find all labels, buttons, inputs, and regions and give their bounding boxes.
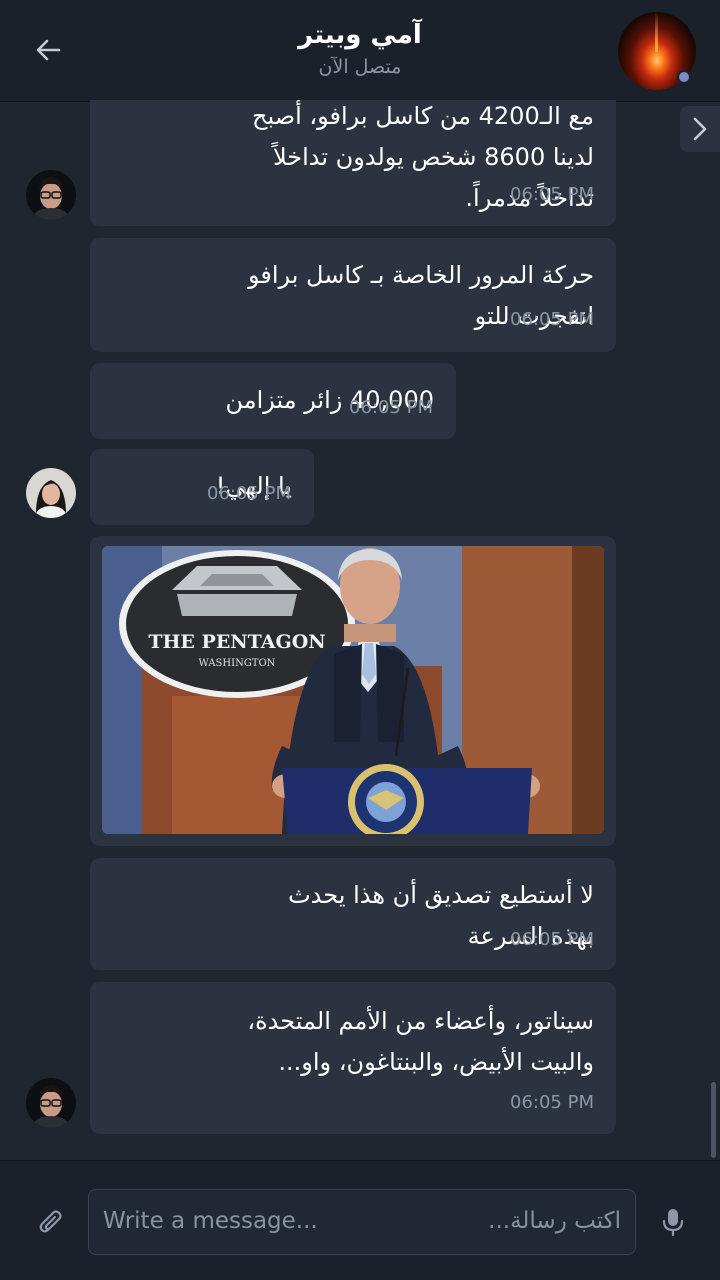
press-briefing-photo[interactable]: THE PENTAGON WASHINGTON <box>102 546 604 834</box>
message-line: حركة المرور الخاصة بـ كاسل برافو <box>247 261 594 289</box>
message-bubble[interactable]: لا أستطيع تصديق أن هذا يحدث بهذه السرعة … <box>90 858 616 970</box>
photo-message[interactable]: THE PENTAGON WASHINGTON <box>90 536 616 846</box>
arrow-left-icon <box>36 39 61 61</box>
chat-header: آمي وبيتر متصل الآن <box>0 0 720 102</box>
message-time: 06:05 PM <box>510 309 594 330</box>
back-button[interactable] <box>28 30 68 70</box>
online-indicator <box>677 70 691 84</box>
message-line: سيناتور، وأعضاء من الأمم المتحدة، <box>247 1007 594 1035</box>
paperclip-icon <box>39 1210 62 1233</box>
placeholder-arabic: اكتب رسالة... <box>488 1208 621 1234</box>
chat-title: آمي وبيتر <box>298 20 422 50</box>
message-time: 06:05 PM <box>207 483 291 504</box>
side-panel-toggle[interactable] <box>680 106 720 152</box>
message-text: سيناتور، وأعضاء من الأمم المتحدة، والبيت… <box>247 1001 594 1083</box>
avatar[interactable] <box>26 170 76 220</box>
message-input[interactable]: Write a message... اكتب رسالة... <box>88 1189 636 1255</box>
message-bubble[interactable]: مع الـ4200 من كاسل برافو، أصبح لدينا 860… <box>90 100 616 226</box>
message-time: 06:05 PM <box>349 397 433 418</box>
message-bubble[interactable]: حركة المرور الخاصة بـ كاسل برافو انفجرت … <box>90 238 616 352</box>
placeholder-english: Write a message... <box>103 1208 318 1234</box>
avatar[interactable] <box>26 1078 76 1128</box>
avatar[interactable] <box>26 468 76 518</box>
online-status: متصل الآن <box>318 56 402 78</box>
message-bubble[interactable]: 40,000 زائر متزامن 06:05 PM <box>90 363 456 439</box>
chat-title-block[interactable]: آمي وبيتر متصل الآن <box>160 18 560 82</box>
message-time: 06:05 PM <box>510 184 594 205</box>
microphone-icon <box>662 1209 684 1237</box>
chat-screen: آمي وبيتر متصل الآن مع الـ4200 من كاسل ب… <box>0 0 720 1280</box>
attach-button[interactable] <box>36 1207 66 1237</box>
message-time: 06:05 PM <box>510 1092 594 1113</box>
message-bubble[interactable]: سيناتور، وأعضاء من الأمم المتحدة، والبيت… <box>90 982 616 1134</box>
message-time: 06:05 PM <box>510 929 594 950</box>
message-composer: Write a message... اكتب رسالة... <box>0 1160 720 1280</box>
scrollbar[interactable] <box>711 1082 716 1158</box>
message-line: لا أستطيع تصديق أن هذا يحدث <box>288 881 594 909</box>
chevron-right-icon <box>693 117 707 141</box>
message-line: والبيت الأبيض، والبنتاغون، واو... <box>278 1048 594 1076</box>
message-line: لدينا 8600 شخص يولدون تداخلاً <box>272 143 594 171</box>
message-line: مع الـ4200 من كاسل برافو، أصبح <box>251 102 594 130</box>
sign-title: THE PENTAGON <box>148 631 325 653</box>
voice-record-button[interactable] <box>658 1205 688 1239</box>
sign-subtitle: WASHINGTON <box>199 658 276 669</box>
message-bubble[interactable]: يا إلهي! 06:05 PM <box>90 449 314 525</box>
